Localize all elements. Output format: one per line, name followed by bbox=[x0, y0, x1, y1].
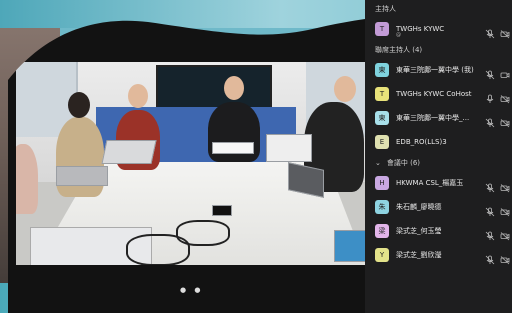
host-status: @ bbox=[396, 32, 401, 38]
microphone-icon[interactable] bbox=[485, 202, 495, 217]
avatar: 東 bbox=[375, 63, 389, 77]
camera-icon[interactable] bbox=[500, 202, 510, 217]
participant-row[interactable]: 朱 朱石麟_廖曉德 bbox=[365, 195, 512, 219]
person bbox=[16, 144, 38, 214]
laptop bbox=[101, 140, 156, 164]
participant-row[interactable]: 梁 梁式芝_何玉瑩 bbox=[365, 219, 512, 243]
microphone-icon[interactable] bbox=[485, 89, 495, 103]
microphone-icon[interactable] bbox=[485, 250, 495, 265]
participant-name: TWGHs KYWC bbox=[396, 25, 445, 33]
participant-row[interactable]: T TWGHs KYWC CoHost bbox=[365, 82, 512, 106]
avatar: 朱 bbox=[375, 200, 389, 214]
paper bbox=[212, 142, 254, 154]
microphone-icon[interactable] bbox=[485, 24, 495, 39]
participant-name: 朱石麟_廖曉德 bbox=[396, 203, 442, 211]
booklet bbox=[334, 230, 366, 262]
microphone-icon[interactable] bbox=[485, 226, 495, 241]
avatar: 東 bbox=[375, 111, 389, 125]
camera-icon[interactable] bbox=[500, 89, 510, 104]
page-indicator[interactable]: ● ● bbox=[180, 286, 203, 294]
participant-row[interactable]: 東 東華三院鄺一翼中學 (我) bbox=[365, 58, 512, 82]
microphone-icon[interactable] bbox=[485, 178, 495, 193]
video-feed[interactable] bbox=[16, 62, 366, 265]
camera-icon[interactable] bbox=[500, 178, 510, 193]
person-head bbox=[68, 92, 90, 118]
participants-panel: 主持人 T TWGHs KYWC @ 聯席主持人 (4) 東 東華三院鄺一翼中學… bbox=[365, 0, 512, 313]
cable bbox=[176, 220, 230, 246]
microphone-icon[interactable] bbox=[485, 113, 495, 128]
person-head bbox=[224, 76, 244, 100]
camera-icon[interactable] bbox=[500, 226, 510, 241]
participant-row[interactable]: Y 梁式芝_劉欣瀅 bbox=[365, 243, 512, 267]
wall-screen bbox=[156, 65, 272, 111]
participant-row[interactable]: E EDB_RO(LLS)3 bbox=[365, 130, 512, 154]
participant-name: 東華三院鄺一翼中學_... bbox=[396, 114, 470, 122]
avatar: 梁 bbox=[375, 224, 389, 238]
participant-name: 梁式芝_劉欣瀅 bbox=[396, 251, 442, 259]
person-head bbox=[128, 84, 148, 108]
participant-row[interactable]: 東 東華三院鄺一翼中學_... bbox=[365, 106, 512, 130]
meeting-section-title[interactable]: ⌄ 會議中 (6) bbox=[365, 154, 512, 171]
person-head bbox=[334, 76, 356, 102]
participant-name: 東華三院鄺一翼中學 (我) bbox=[396, 66, 474, 74]
cohost-section-title: 聯席主持人 (4) bbox=[375, 46, 423, 54]
avatar: Y bbox=[375, 248, 389, 262]
laptop bbox=[56, 166, 108, 186]
avatar: E bbox=[375, 135, 389, 149]
avatar: T bbox=[375, 22, 389, 36]
participant-row[interactable]: H HKWMA CSL_楊嘉玉 bbox=[365, 171, 512, 195]
device bbox=[212, 205, 232, 216]
participant-name: 梁式芝_何玉瑩 bbox=[396, 227, 442, 235]
microphone-icon[interactable] bbox=[485, 65, 495, 80]
participant-name: EDB_RO(LLS)3 bbox=[396, 138, 447, 146]
host-section-title: 主持人 bbox=[375, 5, 396, 13]
laptop bbox=[266, 134, 312, 162]
camera-icon[interactable] bbox=[500, 250, 510, 265]
chevron-down-icon[interactable]: ⌄ bbox=[375, 157, 381, 169]
meeting-section-label: 會議中 (6) bbox=[386, 159, 421, 167]
participant-name: TWGHs KYWC CoHost bbox=[396, 90, 472, 98]
camera-icon[interactable] bbox=[500, 113, 510, 128]
avatar: T bbox=[375, 87, 389, 101]
participant-row[interactable]: T TWGHs KYWC @ bbox=[365, 17, 512, 41]
avatar: H bbox=[375, 176, 389, 190]
camera-icon[interactable] bbox=[500, 24, 510, 39]
participant-name: HKWMA CSL_楊嘉玉 bbox=[396, 179, 464, 187]
camera-icon[interactable] bbox=[500, 65, 510, 78]
